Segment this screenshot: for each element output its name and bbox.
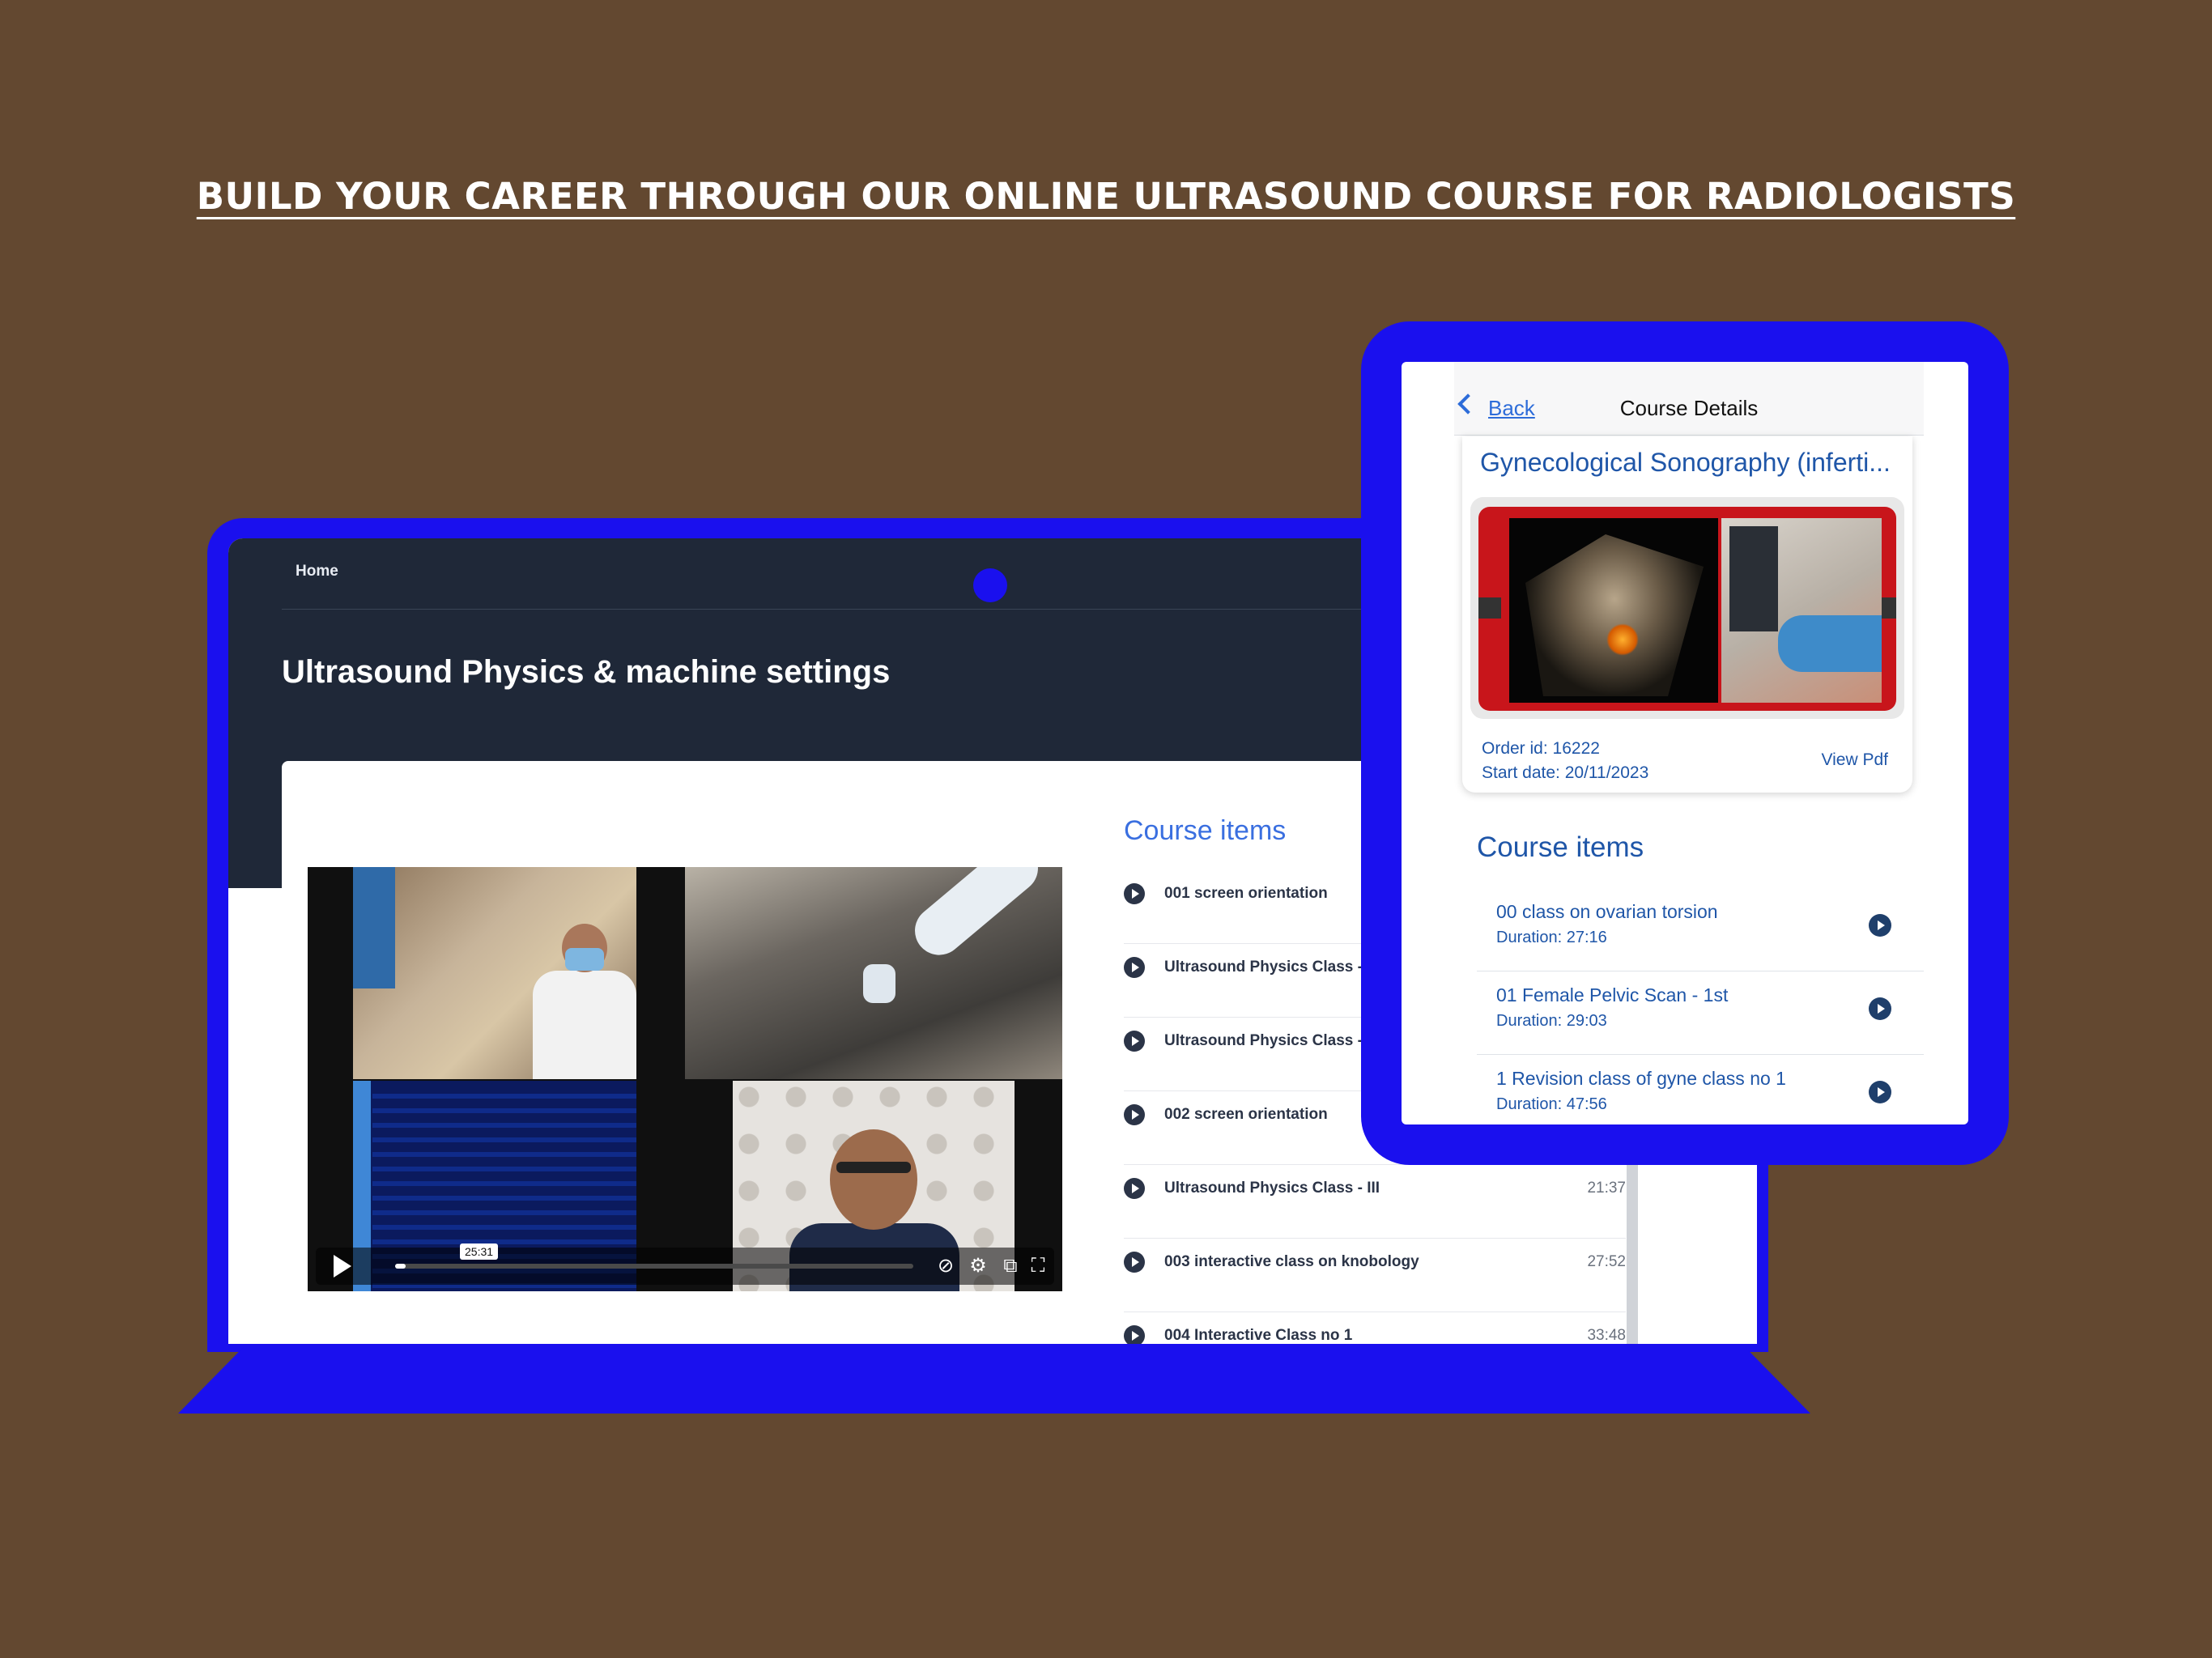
video-player[interactable]: 25:31 ⊘ ⚙ ⧉ ⛶	[308, 867, 1062, 1291]
video-progress-bar[interactable]: 25:31	[395, 1244, 913, 1269]
nav-home-link[interactable]: Home	[296, 563, 338, 580]
scrollbar[interactable]	[1627, 1162, 1638, 1344]
course-item-label: 001 screen orientation	[1164, 885, 1328, 902]
ultrasound-scan-image	[1509, 518, 1718, 703]
video-feed-probe	[685, 867, 1062, 1079]
course-item-label: Ultrasound Physics Class - I	[1164, 959, 1372, 976]
video-timestamp: 25:31	[460, 1244, 499, 1260]
course-item-title: 1 Revision class of gyne class no 1	[1496, 1068, 1786, 1089]
course-item-duration: 21:37	[1587, 1180, 1626, 1197]
play-icon[interactable]	[1124, 883, 1145, 904]
play-icon[interactable]	[334, 1255, 351, 1278]
course-item-label: 002 screen orientation	[1164, 1106, 1328, 1123]
play-icon[interactable]	[1124, 1031, 1145, 1052]
play-icon[interactable]	[1869, 914, 1891, 937]
play-icon[interactable]	[1124, 1104, 1145, 1125]
video-controls: 25:31 ⊘ ⚙ ⧉ ⛶	[316, 1244, 1054, 1285]
start-date: Start date: 20/11/2023	[1482, 763, 1649, 782]
course-item-label: 004 Interactive Class no 1	[1164, 1327, 1353, 1344]
picture-in-picture-icon[interactable]: ⧉	[999, 1255, 1022, 1278]
course-item-duration: Duration: 47:56	[1496, 1095, 1607, 1113]
laptop-base	[178, 1347, 1810, 1414]
course-items-heading: Course items	[1477, 831, 1644, 863]
list-item[interactable]: 00 class on ovarian torsion Duration: 27…	[1477, 888, 1924, 971]
course-item-duration: Duration: 27:16	[1496, 929, 1607, 946]
course-items-list: 00 class on ovarian torsion Duration: 27…	[1477, 888, 1924, 1124]
settings-icon[interactable]: ⚙	[967, 1255, 989, 1278]
course-item-duration: Duration: 29:03	[1496, 1012, 1607, 1030]
video-progress-fill	[395, 1264, 406, 1269]
patient-scan-photo	[1721, 518, 1882, 703]
course-item-label: 003 interactive class on knobology	[1164, 1253, 1419, 1270]
tablet-screen: Course Details Back Gynecological Sonogr…	[1402, 362, 1968, 1124]
order-id: Order id: 16222	[1482, 739, 1600, 758]
page-title: Ultrasound Physics & machine settings	[282, 654, 891, 690]
course-item[interactable]: Ultrasound Physics Class - III 21:37	[1124, 1165, 1626, 1239]
play-icon[interactable]	[1124, 957, 1145, 978]
course-detail-card: Gynecological Sonography (inferti... Ord…	[1462, 436, 1912, 793]
course-item[interactable]: 003 interactive class on knobology 27:52	[1124, 1239, 1626, 1312]
course-item-duration: 33:48	[1587, 1327, 1626, 1344]
captions-off-icon[interactable]: ⊘	[934, 1255, 957, 1278]
list-item[interactable]: 1 Revision class of gyne class no 1 Dura…	[1477, 1055, 1924, 1124]
list-item[interactable]: 01 Female Pelvic Scan - 1st Duration: 29…	[1477, 971, 1924, 1055]
view-pdf-link[interactable]: View Pdf	[1822, 750, 1889, 770]
camera-dot	[973, 568, 1007, 602]
course-item-title: 01 Female Pelvic Scan - 1st	[1496, 984, 1729, 1005]
course-item-duration: 27:52	[1587, 1253, 1626, 1270]
play-icon[interactable]	[1124, 1178, 1145, 1199]
course-items-heading: Course items	[1124, 815, 1287, 846]
play-icon[interactable]	[1124, 1252, 1145, 1273]
play-icon[interactable]	[1869, 1081, 1891, 1103]
course-item-title: 00 class on ovarian torsion	[1496, 901, 1718, 922]
course-item-label: Ultrasound Physics Class - II	[1164, 1032, 1376, 1049]
page-headline: BUILD YOUR CAREER THROUGH OUR ONLINE ULT…	[196, 175, 2016, 218]
back-button[interactable]: Back	[1488, 396, 1535, 421]
course-item-label: Ultrasound Physics Class - III	[1164, 1180, 1380, 1197]
course-item[interactable]: 004 Interactive Class no 1 33:48	[1124, 1312, 1626, 1344]
course-title: Gynecological Sonography (inferti...	[1480, 448, 1891, 477]
play-icon[interactable]	[1869, 997, 1891, 1020]
fullscreen-icon[interactable]: ⛶	[1027, 1255, 1049, 1278]
tablet-nav-bar: Course Details Back	[1454, 362, 1924, 436]
course-thumbnail	[1470, 497, 1904, 719]
video-feed-doctor	[353, 867, 636, 1079]
play-icon[interactable]	[1124, 1325, 1145, 1344]
